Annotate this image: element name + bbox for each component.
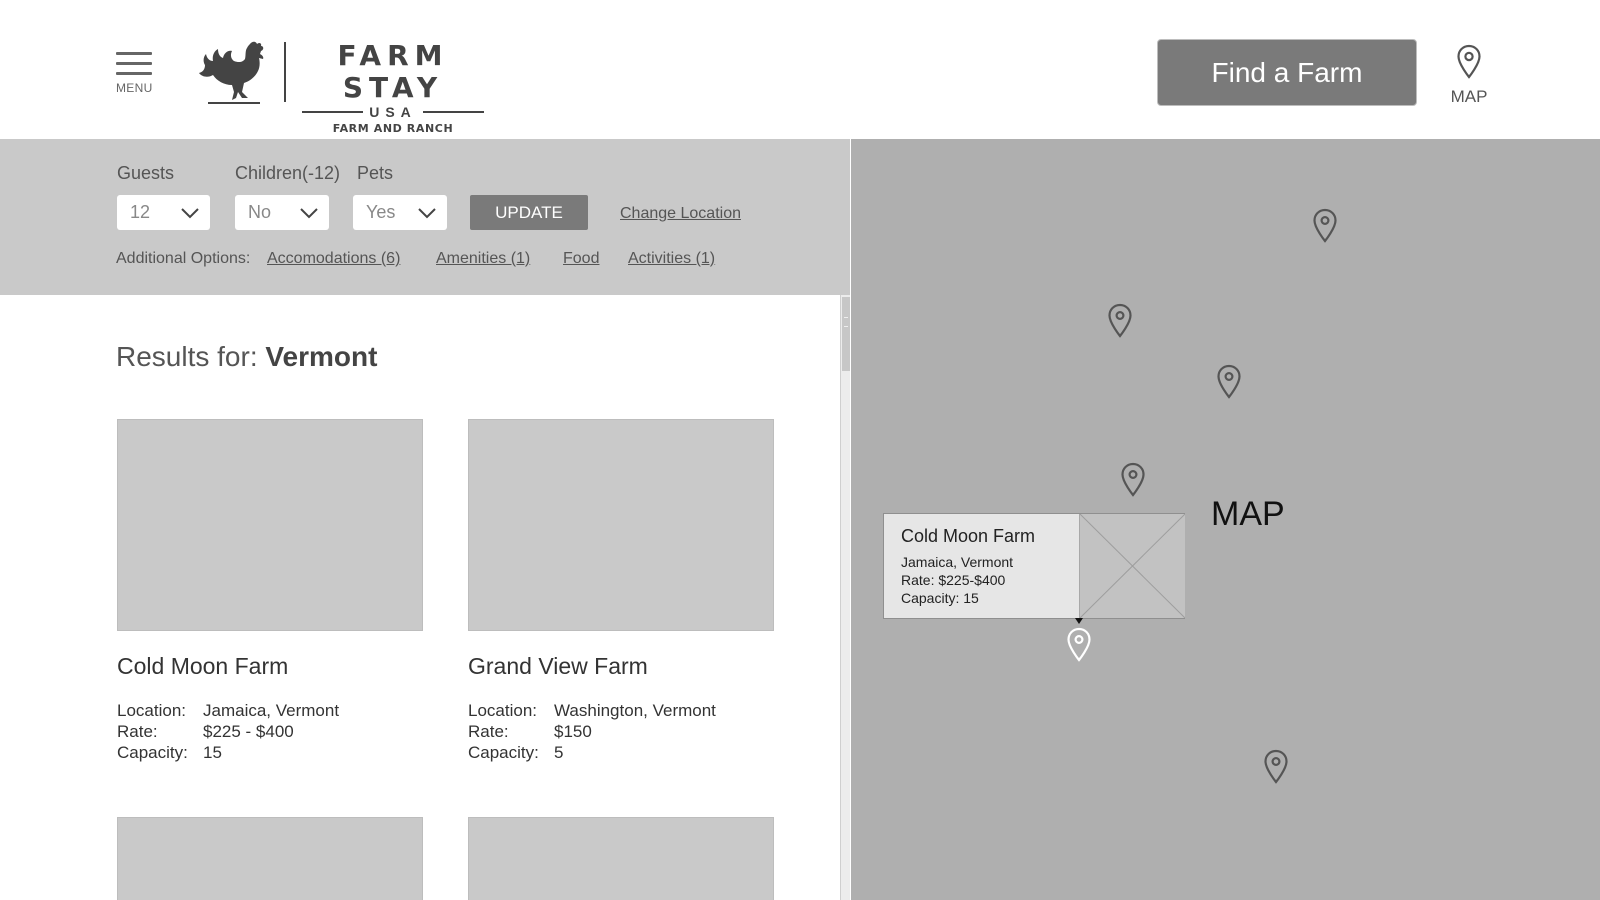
scrollbar-thumb[interactable] bbox=[842, 297, 850, 371]
location-label: Location: bbox=[468, 701, 537, 720]
capacity-label: Capacity: bbox=[117, 743, 188, 762]
guests-label: Guests bbox=[117, 163, 175, 183]
farm-card-name[interactable]: Cold Moon Farm bbox=[117, 653, 423, 680]
farm-card-location-row: Location: Jamaica, Vermont bbox=[117, 700, 423, 721]
farm-card-rate-row: Rate: $150 bbox=[468, 721, 774, 742]
scrollbar-grip-icon bbox=[844, 317, 848, 327]
guests-select[interactable]: 12 bbox=[117, 195, 210, 230]
guests-select-value: 12 bbox=[130, 202, 151, 222]
popup-pointer bbox=[1075, 618, 1083, 624]
option-amenities-link[interactable]: Amenities (1) bbox=[436, 250, 530, 268]
popup-image-placeholder bbox=[1079, 513, 1186, 619]
results-panel: Results for: Vermont Cold Moon Farm Loca… bbox=[0, 295, 840, 900]
pets-label: Pets bbox=[357, 163, 394, 183]
capacity-value: 5 bbox=[554, 743, 564, 762]
map-farm-popup[interactable]: Cold Moon Farm Jamaica, Vermont Rate: $2… bbox=[883, 513, 1186, 624]
chevron-down-icon bbox=[300, 208, 318, 219]
logo-divider bbox=[284, 42, 286, 102]
option-activities-link[interactable]: Activities (1) bbox=[628, 250, 715, 268]
location-label: Location: bbox=[117, 701, 186, 720]
option-accomodations-link[interactable]: Accomodations (6) bbox=[267, 250, 400, 268]
children-label: Children(-12) bbox=[235, 163, 341, 183]
farm-card-capacity-row: Capacity: 15 bbox=[117, 742, 423, 763]
rate-label: Rate: bbox=[117, 722, 158, 741]
rate-label: Rate: bbox=[468, 722, 509, 741]
map-pin-icon[interactable] bbox=[1120, 462, 1146, 498]
results-scrollbar[interactable] bbox=[840, 295, 850, 900]
popup-farm-name: Cold Moon Farm bbox=[901, 526, 1036, 546]
farm-card-details: Location: Washington, Vermont Rate: $150 C… bbox=[468, 700, 774, 763]
farm-card-capacity-row: Capacity: 5 bbox=[468, 742, 774, 763]
logo-line2-wrap: USA bbox=[302, 104, 484, 119]
farm-card-image[interactable] bbox=[117, 419, 423, 631]
find-a-farm-button[interactable]: Find a Farm bbox=[1157, 39, 1417, 106]
results-location: Vermont bbox=[265, 341, 378, 372]
pets-select[interactable]: Yes bbox=[353, 195, 447, 230]
pets-select-value: Yes bbox=[366, 202, 396, 222]
menu-label: MENU bbox=[116, 81, 153, 95]
farm-card-image[interactable] bbox=[117, 817, 423, 900]
farm-card-rate-row: Rate: $225 - $400 bbox=[117, 721, 423, 742]
popup-capacity: Capacity: 15 bbox=[901, 590, 979, 606]
menu-icon-bar bbox=[116, 72, 152, 75]
map-pin-icon[interactable] bbox=[1216, 364, 1242, 400]
menu-button[interactable]: MENU bbox=[116, 52, 156, 95]
chevron-down-icon bbox=[181, 208, 199, 219]
capacity-label: Capacity: bbox=[468, 743, 539, 762]
site-logo[interactable]: FARM STAY USA FARM AND RANCH VACATIONS bbox=[198, 39, 488, 157]
children-select[interactable]: No bbox=[235, 195, 329, 230]
search-filters: Guests Children(-12) Pets 12 No Yes UPDA… bbox=[0, 139, 850, 295]
farm-card[interactable]: Grand View Farm Location: Washington, Ver… bbox=[468, 419, 774, 763]
children-select-value: No bbox=[248, 202, 272, 222]
map-panel[interactable]: MAP Cold Moon Farm Jamaica, Vermont Rate… bbox=[851, 139, 1600, 900]
rate-value: $150 bbox=[554, 722, 592, 741]
update-button[interactable]: UPDATE bbox=[470, 195, 588, 230]
farm-card-image[interactable] bbox=[468, 817, 774, 900]
farm-card-image[interactable] bbox=[468, 419, 774, 631]
image-placeholder-icon bbox=[1079, 513, 1186, 619]
change-location-link[interactable]: Change Location bbox=[620, 205, 741, 223]
site-header: MENU FARM STAY USA FARM AND RANCH VACATI… bbox=[0, 0, 1600, 157]
map-link[interactable]: MAP bbox=[1446, 44, 1492, 107]
capacity-value: 15 bbox=[203, 743, 222, 762]
rate-value: $225 - $400 bbox=[203, 722, 294, 741]
popup-text: Cold Moon Farm Jamaica, Vermont Rate: $2… bbox=[901, 526, 1035, 607]
location-value: Washington, Vermont bbox=[554, 701, 716, 720]
map-pin-icon[interactable] bbox=[1263, 749, 1289, 785]
map-link-label: MAP bbox=[1450, 87, 1488, 106]
map-pin-selected-icon[interactable] bbox=[1066, 627, 1092, 663]
chevron-down-icon bbox=[418, 208, 436, 219]
rooster-logo-icon bbox=[199, 41, 264, 104]
logo-line2: USA bbox=[363, 105, 423, 119]
popup-rate: Rate: $225-$400 bbox=[901, 572, 1006, 588]
farm-card-details: Location: Jamaica, Vermont Rate: $225 - $4… bbox=[117, 700, 423, 763]
results-prefix: Results for: bbox=[116, 341, 266, 372]
map-pin-icon[interactable] bbox=[1312, 208, 1338, 244]
farm-card-name[interactable]: Grand View Farm bbox=[468, 653, 774, 680]
map-pin-icon[interactable] bbox=[1107, 303, 1133, 339]
additional-options-label: Additional Options: bbox=[116, 250, 251, 267]
farm-card-location-row: Location: Washington, Vermont bbox=[468, 700, 774, 721]
results-heading: Results for: Vermont bbox=[116, 341, 377, 373]
location-value: Jamaica, Vermont bbox=[203, 701, 340, 720]
menu-icon-bar bbox=[116, 52, 152, 55]
option-food-link[interactable]: Food bbox=[563, 250, 599, 268]
menu-icon-bar bbox=[116, 62, 152, 65]
popup-location: Jamaica, Vermont bbox=[901, 554, 1014, 570]
map-placeholder-label: MAP bbox=[1211, 495, 1285, 533]
logo-line1: FARM STAY bbox=[337, 39, 449, 104]
map-pin-icon bbox=[1457, 44, 1481, 79]
farm-card[interactable]: Cold Moon Farm Location: Jamaica, Vermont… bbox=[117, 419, 423, 763]
